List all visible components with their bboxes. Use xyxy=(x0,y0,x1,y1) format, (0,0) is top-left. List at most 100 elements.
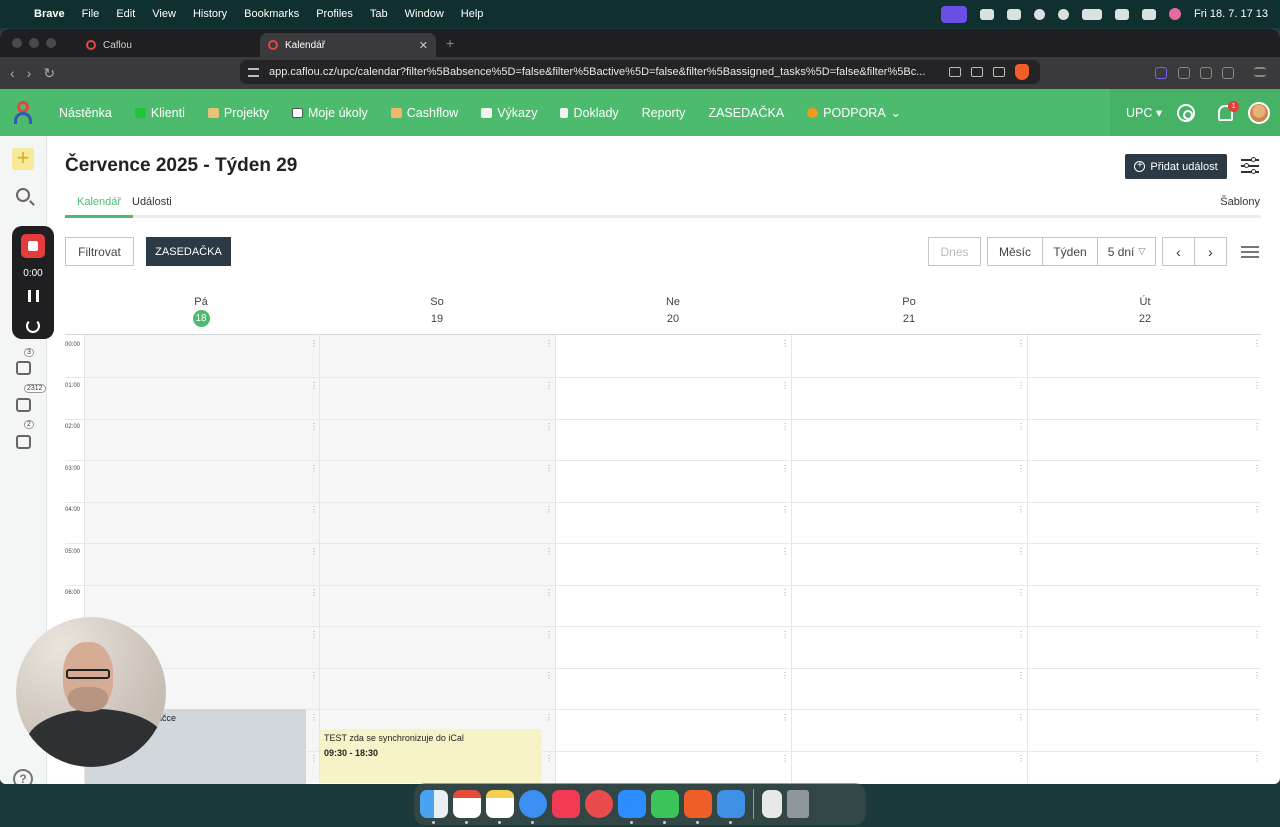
slot-menu-icon[interactable]: ⋮ xyxy=(1017,464,1025,473)
zasedacka-button[interactable]: ZASEDAČKA xyxy=(146,237,231,266)
slot-menu-icon[interactable]: ⋮ xyxy=(1253,506,1261,514)
nav-moje-ukoly[interactable]: Moje úkoly xyxy=(292,106,368,120)
reload-icon[interactable]: ↻ xyxy=(43,65,55,82)
event-test-ical[interactable]: TEST zda se synchronizuje do iCal 09:30 … xyxy=(320,729,542,783)
documents-icon[interactable] xyxy=(16,398,31,412)
nav-vykazy[interactable]: Výkazy xyxy=(481,106,537,120)
slot-menu-icon[interactable]: ⋮ xyxy=(1253,589,1261,597)
days-view-select[interactable]: 5 dní ▽ xyxy=(1097,237,1156,266)
tab-caflou[interactable]: Caflou xyxy=(78,33,254,57)
calendar-add-icon[interactable] xyxy=(16,435,31,449)
next-week-button[interactable]: › xyxy=(1194,237,1227,266)
slot-menu-icon[interactable]: ⋮ xyxy=(1253,423,1261,431)
slot-menu-icon[interactable]: ⋮ xyxy=(1017,547,1025,556)
menu-profiles[interactable]: Profiles xyxy=(316,8,353,20)
slot-menu-icon[interactable]: ⋮ xyxy=(781,423,789,431)
slot-menu-icon[interactable]: ⋮ xyxy=(781,506,789,514)
today-button[interactable]: Dnes xyxy=(928,237,981,266)
translate-icon[interactable] xyxy=(971,67,983,77)
slot-menu-icon[interactable]: ⋮ xyxy=(1017,589,1025,597)
slot-menu-icon[interactable]: ⋮ xyxy=(310,464,318,473)
templates-link[interactable]: Šablony xyxy=(1220,196,1260,208)
week-view-button[interactable]: Týden xyxy=(1042,237,1098,266)
menu-edit[interactable]: Edit xyxy=(116,8,135,20)
nav-klienti[interactable]: Klienti xyxy=(134,106,185,120)
slot-menu-icon[interactable]: ⋮ xyxy=(781,589,789,597)
add-event-button[interactable]: + Přidat událost xyxy=(1125,154,1227,179)
slot-menu-icon[interactable]: ⋮ xyxy=(1017,630,1025,639)
tab-udalosti[interactable]: Události xyxy=(132,196,172,208)
puzzle-icon[interactable] xyxy=(1200,67,1212,79)
menu-view[interactable]: View xyxy=(152,8,176,20)
slot-menu-icon[interactable]: ⋮ xyxy=(545,506,553,514)
slot-menu-icon[interactable]: ⋮ xyxy=(1017,423,1025,431)
nav-projekty[interactable]: Projekty xyxy=(207,106,269,120)
vpn-icon[interactable] xyxy=(1155,67,1167,79)
slot-menu-icon[interactable]: ⋮ xyxy=(781,464,789,473)
menu-app-name[interactable]: Brave xyxy=(34,8,65,20)
menu-window[interactable]: Window xyxy=(405,8,444,20)
tab-kalendar[interactable]: Kalendář ✕ xyxy=(260,33,436,57)
slot-menu-icon[interactable]: ⋮ xyxy=(781,713,789,722)
mail-icon[interactable] xyxy=(717,790,745,824)
slot-menu-icon[interactable]: ⋮ xyxy=(1253,713,1261,722)
slot-menu-icon[interactable]: ⋮ xyxy=(1017,755,1025,763)
help-icon[interactable]: ? xyxy=(13,769,33,784)
menu-tab[interactable]: Tab xyxy=(370,8,388,20)
slot-menu-icon[interactable]: ⋮ xyxy=(1253,672,1261,680)
bell-icon[interactable]: 1 xyxy=(1218,100,1240,121)
control-center-icon[interactable] xyxy=(1142,8,1156,20)
slot-menu-icon[interactable]: ⋮ xyxy=(781,672,789,680)
slot-menu-icon[interactable]: ⋮ xyxy=(1253,381,1261,390)
tasks-icon[interactable] xyxy=(16,361,31,375)
extension-icon[interactable] xyxy=(1178,67,1190,79)
nav-reporty[interactable]: Reporty xyxy=(642,106,686,120)
tab-kalendar-view[interactable]: Kalendář xyxy=(64,196,134,218)
slot-menu-icon[interactable]: ⋮ xyxy=(310,713,318,722)
sliders-icon[interactable] xyxy=(1241,157,1259,174)
menu-history[interactable]: History xyxy=(193,8,227,20)
day-column-tue[interactable] xyxy=(1027,335,1261,783)
finder-icon[interactable] xyxy=(420,790,448,824)
minimize-window-button[interactable] xyxy=(29,38,39,48)
slot-menu-icon[interactable]: ⋮ xyxy=(1017,506,1025,514)
menubar-clock[interactable]: Fri 18. 7. 17 13 xyxy=(1194,8,1268,20)
filter-button[interactable]: Filtrovat xyxy=(65,237,134,266)
slot-menu-icon[interactable]: ⋮ xyxy=(310,589,318,597)
new-tab-icon[interactable]: + xyxy=(446,35,454,51)
screen-recorder-icon[interactable] xyxy=(941,5,967,23)
nav-doklady[interactable]: Doklady xyxy=(560,106,619,120)
caflou-logo[interactable] xyxy=(0,89,46,136)
layers-icon[interactable] xyxy=(1034,8,1045,20)
pause-icon[interactable] xyxy=(28,290,39,302)
slot-menu-icon[interactable]: ⋮ xyxy=(545,755,553,763)
nav-cashflow[interactable]: Cashflow xyxy=(390,106,458,120)
gift-icon[interactable] xyxy=(1007,8,1021,20)
day-column-sat[interactable] xyxy=(319,335,555,783)
nav-nastenka[interactable]: Nástěnka xyxy=(59,106,112,120)
status-app-icon[interactable] xyxy=(980,8,994,20)
share-icon[interactable] xyxy=(993,67,1005,77)
compact-view-icon[interactable] xyxy=(1241,243,1259,259)
notes-icon[interactable] xyxy=(486,790,514,824)
slot-menu-icon[interactable]: ⋮ xyxy=(781,547,789,556)
url-text[interactable]: app.caflou.cz/upc/calendar?filter%5Babse… xyxy=(269,66,939,78)
slot-menu-icon[interactable]: ⋮ xyxy=(1253,630,1261,639)
slot-menu-icon[interactable]: ⋮ xyxy=(545,672,553,680)
slot-menu-icon[interactable]: ⋮ xyxy=(545,464,553,473)
document-icon[interactable] xyxy=(762,790,782,818)
month-view-button[interactable]: Měsíc xyxy=(987,237,1043,266)
music-icon[interactable] xyxy=(552,790,580,818)
prev-week-button[interactable]: ‹ xyxy=(1162,237,1195,266)
slot-menu-icon[interactable]: ⋮ xyxy=(545,630,553,639)
slot-menu-icon[interactable]: ⋮ xyxy=(781,630,789,639)
messages-icon[interactable] xyxy=(651,790,679,824)
slot-menu-icon[interactable]: ⋮ xyxy=(781,381,789,390)
slot-menu-icon[interactable]: ⋮ xyxy=(545,547,553,556)
day-header-mon[interactable]: Po 21 xyxy=(791,296,1027,325)
add-plus-icon[interactable]: + xyxy=(12,147,34,170)
menu-bookmarks[interactable]: Bookmarks xyxy=(244,8,299,20)
day-header-sun[interactable]: Ne 20 xyxy=(555,296,791,325)
slot-menu-icon[interactable]: ⋮ xyxy=(1017,340,1025,348)
brave-shields-icon[interactable] xyxy=(1015,64,1029,80)
